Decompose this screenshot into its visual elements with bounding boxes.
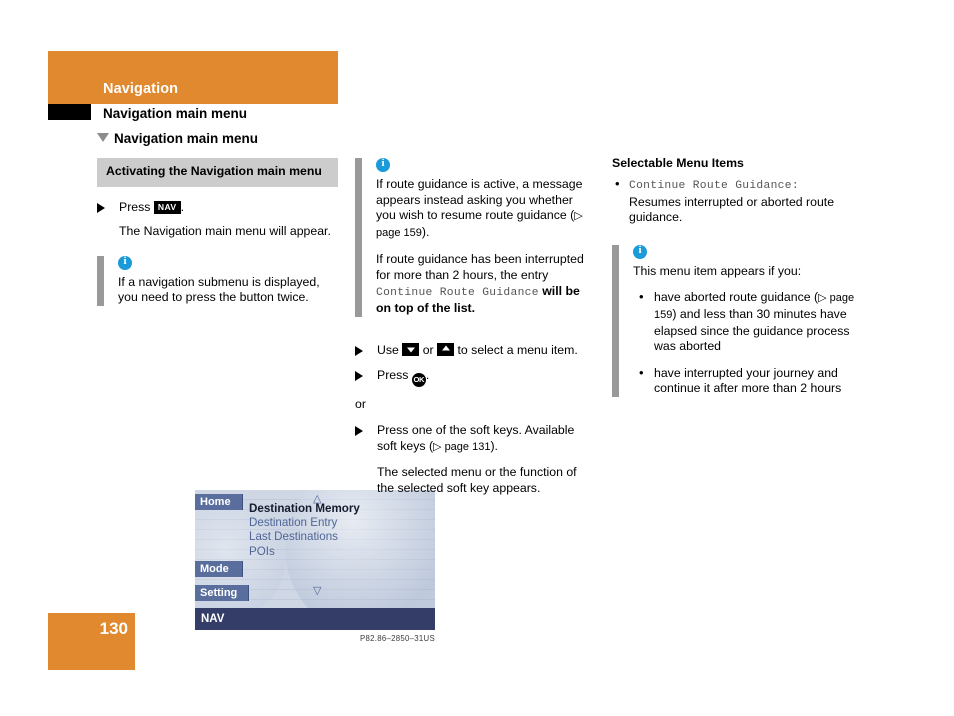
info-note-paragraph-two: If route guidance has been interrupted f… <box>376 252 596 316</box>
section-heading-label: Navigation main menu <box>114 131 259 146</box>
info-note-bullet-two: have interrupted your journey and contin… <box>633 365 855 397</box>
note-para1-tail: ). <box>421 224 430 239</box>
selectable-menu-item-entry: Continue Route Guidance: Resumes interru… <box>612 176 855 226</box>
page-number-banner: 130 <box>48 613 135 670</box>
page-title: Navigation main menu <box>103 106 248 121</box>
page-number: 130 <box>99 619 128 638</box>
bullet-two-text: have interrupted your journey and contin… <box>654 365 842 396</box>
info-note-paragraph-one: If route guidance is active, a message a… <box>376 177 596 241</box>
info-note-intro: This menu item appears if you: <box>633 263 802 278</box>
menu-entry-description: Resumes interrupted or aborted route gui… <box>629 194 835 225</box>
menu-entry-name: Continue Route Guidance <box>376 286 539 299</box>
step-arrow-icon <box>97 202 105 213</box>
selectable-menu-items-heading: Selectable Menu Items <box>612 156 744 170</box>
nav-key-icon: NAV <box>153 200 181 214</box>
chapter-tab-label: Navigation <box>103 81 179 97</box>
step-press-ok-period: . <box>425 368 430 383</box>
step-use-label: Use <box>377 342 399 357</box>
menu-item-last-destinations[interactable]: Last Destinations <box>249 530 399 544</box>
step-press-ok: Press OK. <box>355 368 596 388</box>
bullet-one-lead: have aborted route guidance ( <box>654 290 819 305</box>
softkey-home[interactable]: Home <box>195 494 243 510</box>
figure-caption: P82.86–2850–31US <box>359 634 435 643</box>
navigation-screen: Home Mode Setting △ ▽ Destination Memory… <box>195 490 435 608</box>
step-softkey-tail: ). <box>490 438 498 453</box>
menu-entry-name: Continue Route Guidance <box>629 180 792 192</box>
info-icon <box>633 244 647 259</box>
menu-item-destination-memory[interactable]: Destination Memory <box>249 502 399 516</box>
info-note-column-three: This menu item appears if you: have abor… <box>612 244 855 397</box>
column-three: Selectable Menu Items Continue Route Gui… <box>612 156 855 397</box>
note-side-bar <box>97 255 104 306</box>
softkey-setting[interactable]: Setting <box>195 585 249 601</box>
bullet-one-tail: ) and less than 30 minutes have elapsed … <box>654 306 850 354</box>
step-press-softkey: Press one of the soft keys. Available so… <box>355 423 596 455</box>
triangle-down-icon <box>97 133 109 142</box>
note-para2-lead: If route guidance has been interrupted f… <box>376 252 584 282</box>
scroll-down-icon[interactable]: ▽ <box>313 586 321 597</box>
chapter-header-banner: Navigation <box>48 51 338 104</box>
menu-entry-colon: : <box>791 180 799 192</box>
step-use-or-label: or <box>422 342 434 357</box>
column-two: If route guidance is active, a message a… <box>355 157 596 496</box>
section-heading: Navigation main menu <box>97 131 258 146</box>
note-side-bar <box>612 244 619 397</box>
navigation-status-bar: NAV <box>195 608 435 630</box>
step-use-arrows: Use or to select a menu item. <box>355 342 596 359</box>
ok-key-icon: OK <box>411 373 426 388</box>
subsection-heading: Activating the Navigation main menu <box>97 158 338 187</box>
info-note-column-two: If route guidance is active, a message a… <box>355 157 596 317</box>
page-reference-link[interactable]: ▷ page 131 <box>433 441 490 453</box>
navigation-menu-list: Destination Memory Destination Entry Las… <box>249 502 399 559</box>
alternative-or-label: or <box>355 397 366 412</box>
step-press-ok-label: Press <box>377 368 409 383</box>
note-para1-lead: If route guidance is active, a message a… <box>376 177 583 223</box>
info-icon <box>118 255 132 270</box>
step-arrow-icon <box>355 371 363 382</box>
step-result-text: The Navigation main menu will appear. <box>119 224 331 239</box>
step-press-period: . <box>180 199 184 214</box>
menu-item-pois[interactable]: POIs <box>249 545 399 559</box>
softkey-mode[interactable]: Mode <box>195 561 243 577</box>
note-side-bar <box>355 158 362 317</box>
step-press-label: Press <box>119 199 151 214</box>
chapter-black-tab <box>48 104 91 120</box>
info-icon <box>376 157 390 172</box>
step-arrow-icon <box>355 425 363 436</box>
step-press-nav: Press NAV. <box>97 200 338 216</box>
step-use-tail: to select a menu item. <box>457 342 578 357</box>
info-note-text: If a navigation submenu is displayed, yo… <box>118 274 320 305</box>
step-softkey-result: The selected menu or the function of the… <box>377 465 577 495</box>
step-arrow-icon <box>355 345 363 356</box>
arrow-up-key-icon <box>437 342 455 356</box>
menu-item-destination-entry[interactable]: Destination Entry <box>249 516 399 530</box>
navigation-screen-figure: Home Mode Setting △ ▽ Destination Memory… <box>195 490 435 643</box>
info-note-column-one: If a navigation submenu is displayed, yo… <box>97 255 338 306</box>
arrow-down-key-icon <box>402 342 420 356</box>
info-note-bullet-one: have aborted route guidance (▷ page 159)… <box>633 289 855 354</box>
column-one: Activating the Navigation main menu Pres… <box>97 158 435 643</box>
